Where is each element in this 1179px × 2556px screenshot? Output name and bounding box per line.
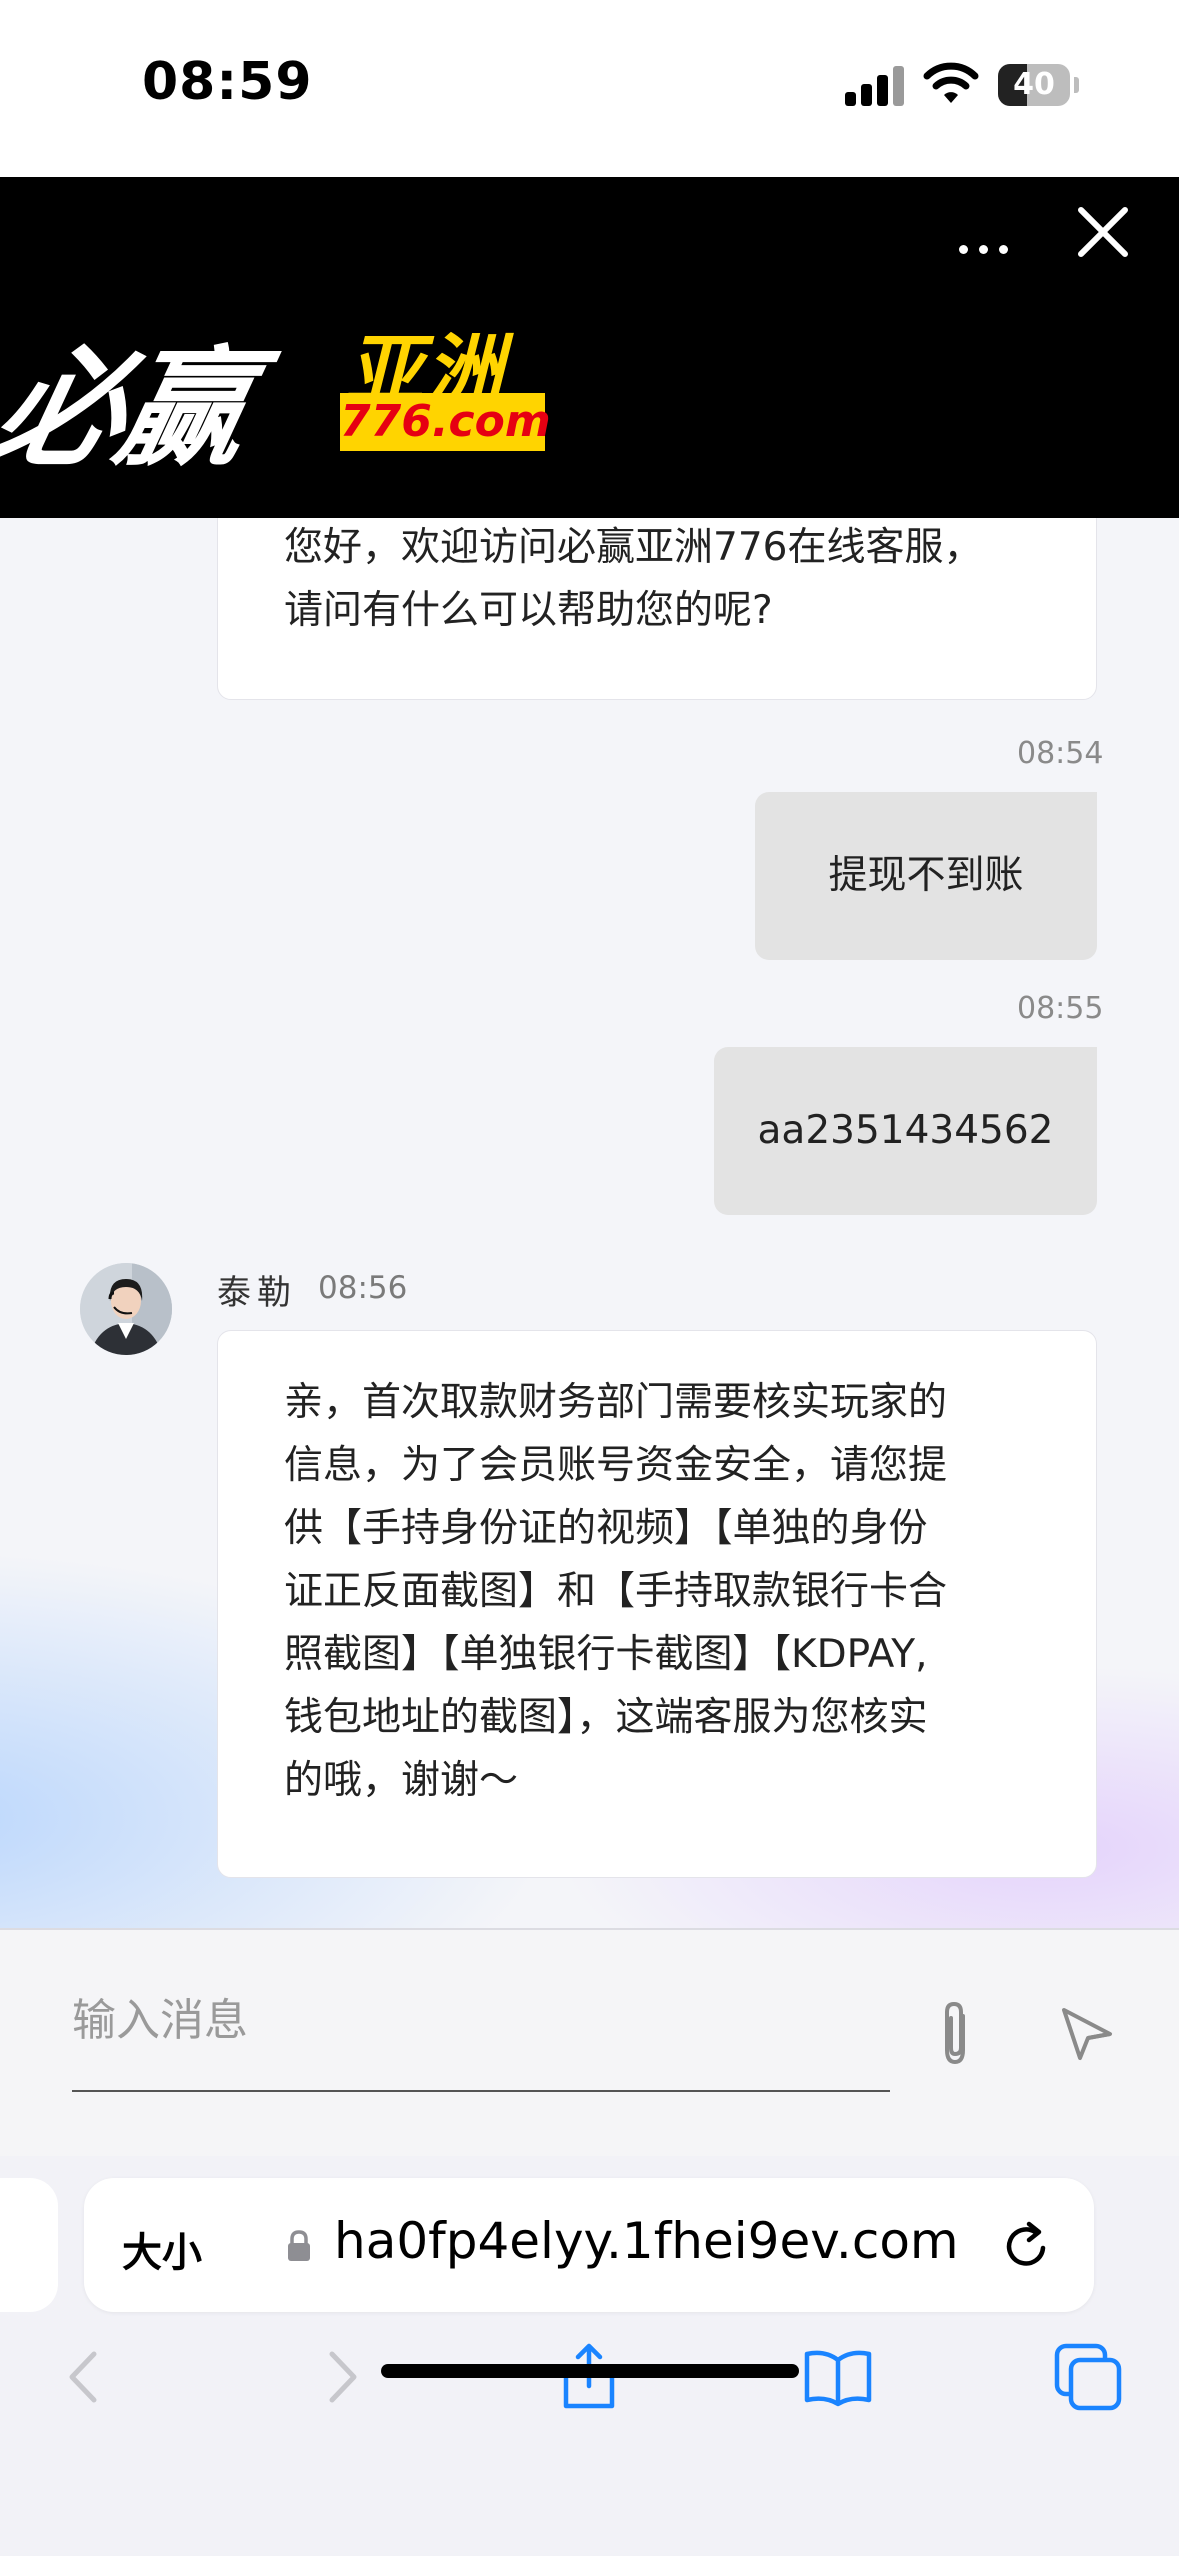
- agent-message-line: 供【手持身份证的视频】【单独的身份: [284, 1506, 928, 1551]
- battery-cap: [1074, 77, 1079, 93]
- user-message-text: 提现不到账: [828, 853, 1024, 898]
- back-icon[interactable]: [50, 2342, 120, 2412]
- previous-tab-peek[interactable]: [0, 2178, 58, 2312]
- close-icon[interactable]: [1075, 204, 1131, 260]
- paperclip-icon[interactable]: [930, 1998, 980, 2068]
- agent-message-bubble: 亲，首次取款财务部门需要核实玩家的 信息，为了会员账号资金安全，请您提 供【手持…: [217, 1330, 1097, 1878]
- browser-toolbar: 大小 ha0fp4elyy.1fhei9ev.com: [0, 2156, 1179, 2556]
- home-indicator: [381, 2364, 799, 2378]
- agent-message-line: 的哦，谢谢～: [284, 1758, 519, 1803]
- message-time: 08:54: [1017, 736, 1104, 771]
- user-message-text: aa2351434562: [757, 1108, 1054, 1153]
- status-time: 08:59: [142, 52, 313, 112]
- wifi-icon: [923, 62, 979, 103]
- agent-message-line: 证正反面截图】和【手持取款银行卡合: [284, 1569, 948, 1614]
- url-text[interactable]: ha0fp4elyy.1fhei9ev.com: [334, 2212, 959, 2270]
- address-bar[interactable]: 大小 ha0fp4elyy.1fhei9ev.com: [84, 2178, 1094, 2312]
- agent-message-line: 亲，首次取款财务部门需要核实玩家的: [284, 1380, 948, 1425]
- welcome-line-1: 您好，欢迎访问必赢亚洲776在线客服，: [284, 525, 983, 570]
- input-underline: [72, 2090, 890, 2092]
- welcome-line-2: 请问有什么可以帮助您的呢?: [284, 588, 773, 633]
- agent-name: 泰勒: [217, 1273, 297, 1313]
- chat-messages-area[interactable]: 您好，欢迎访问必赢亚洲776在线客服， 请问有什么可以帮助您的呢? 08:54 …: [0, 518, 1179, 1928]
- message-time: 08:55: [1017, 991, 1104, 1026]
- logo-chinese-text: 必赢: [0, 335, 258, 484]
- send-icon[interactable]: [1058, 2004, 1116, 2062]
- chat-header-banner: 必赢 亚洲 776.com: [0, 177, 1179, 518]
- lock-icon: [288, 2230, 310, 2261]
- more-options-button[interactable]: [955, 219, 1013, 277]
- agent-welcome-bubble: 您好，欢迎访问必赢亚洲776在线客服， 请问有什么可以帮助您的呢?: [217, 518, 1097, 700]
- agent-avatar: [80, 1263, 172, 1355]
- battery-percent: 40: [1013, 67, 1055, 102]
- signal-icon: [845, 64, 905, 106]
- agent-message-line: 照截图】【单独银行卡截图】【KDPAY,: [284, 1632, 928, 1677]
- bookmarks-icon[interactable]: [803, 2342, 873, 2412]
- message-input-bar: [0, 1928, 1179, 2158]
- logo-domain-badge: 776.com: [340, 393, 551, 451]
- text-size-button[interactable]: 大小: [122, 2220, 202, 2278]
- agent-message-line: 信息，为了会员账号资金安全，请您提: [284, 1443, 948, 1488]
- forward-icon[interactable]: [306, 2342, 376, 2412]
- user-message-bubble: aa2351434562: [714, 1047, 1097, 1215]
- status-bar: 08:59 40: [0, 0, 1179, 177]
- battery-icon: 40: [998, 64, 1070, 106]
- tabs-icon[interactable]: [1053, 2342, 1123, 2412]
- agent-message-time: 08:56: [318, 1270, 408, 1306]
- user-message-bubble: 提现不到账: [755, 792, 1097, 960]
- logo-domain-text: 776.com: [340, 396, 551, 447]
- agent-message-line: 钱包地址的截图】，这端客服为您核实: [284, 1695, 928, 1740]
- message-input[interactable]: [72, 1990, 890, 2050]
- reload-icon[interactable]: [999, 2218, 1055, 2274]
